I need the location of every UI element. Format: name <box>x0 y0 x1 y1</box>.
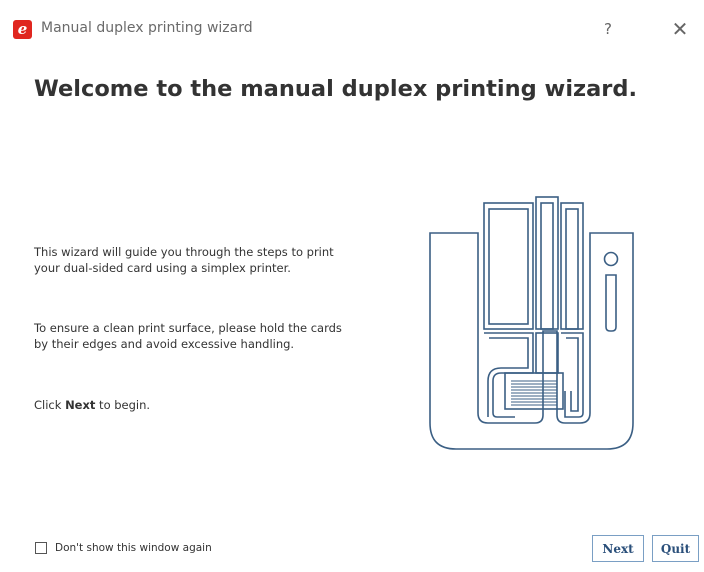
begin-next-emphasis: Next <box>65 398 96 412</box>
help-button[interactable]: ? <box>594 16 622 42</box>
window-title: Manual duplex printing wizard <box>41 20 253 36</box>
begin-suffix: to begin. <box>95 398 151 412</box>
next-button[interactable]: Next <box>592 535 644 562</box>
dont-show-again-row[interactable]: Don't show this window again <box>35 540 212 556</box>
card-printer-icon <box>429 196 634 450</box>
handling-paragraph: To ensure a clean print surface, please … <box>34 321 342 351</box>
close-button[interactable]: ✕ <box>666 16 694 42</box>
intro-paragraph: This wizard will guide you through the s… <box>34 245 334 275</box>
begin-paragraph: Click Next to begin. <box>34 397 354 413</box>
page-heading: Welcome to the manual duplex printing wi… <box>34 76 638 102</box>
quit-button[interactable]: Quit <box>652 535 699 562</box>
dont-show-again-label[interactable]: Don't show this window again <box>55 542 212 554</box>
title-bar: e Manual duplex printing wizard ? ✕ <box>0 0 704 60</box>
dont-show-again-checkbox[interactable] <box>35 542 47 554</box>
app-logo-icon: e <box>13 20 32 39</box>
begin-prefix: Click <box>34 398 66 412</box>
